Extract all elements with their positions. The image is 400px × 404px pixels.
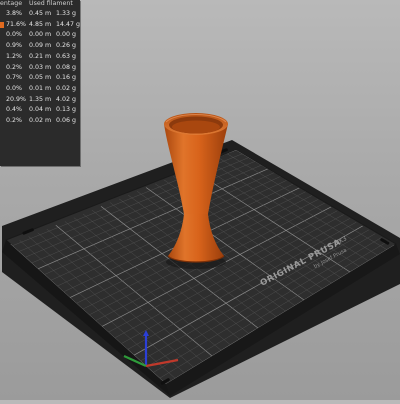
row-length: 0.02 m — [29, 117, 52, 124]
row-length: 0.21 m — [29, 52, 52, 60]
row-percentage: 3.8% — [6, 10, 22, 17]
row-percentage: 71.6% — [6, 20, 27, 28]
row-weight: 14.47 g — [56, 20, 80, 28]
row-length: 0.05 m — [29, 74, 52, 82]
color-swatch — [0, 21, 4, 28]
row-percentage: 0.4% — [6, 106, 22, 114]
row-weight: 0.08 g — [56, 63, 77, 71]
legend-row: 0.2% 0.02 m 0.06 g — [0, 116, 80, 126]
row-length: 0.00 m — [29, 31, 52, 39]
legend-row: 0.0% 0.00 m 0.00 g — [0, 30, 80, 40]
row-length: 0.03 m — [29, 63, 52, 71]
row-weight: 1.33 g — [56, 10, 77, 17]
row-percentage: 0.2% — [6, 117, 22, 124]
row-weight: 0.02 g — [56, 84, 77, 92]
legend-row: 20.9% 1.35 m 4.02 g — [0, 95, 80, 105]
row-weight: 0.06 g — [56, 117, 77, 124]
row-length: 0.01 m — [29, 84, 52, 92]
row-length: 0.04 m — [29, 106, 52, 114]
row-weight: 0.63 g — [56, 52, 77, 60]
legend-row: 0.9% 0.09 m 0.26 g — [0, 41, 80, 51]
legend-row: 3.8% 0.45 m 1.33 g — [0, 9, 80, 19]
row-weight: 0.16 g — [56, 74, 77, 82]
row-percentage: 20.9% — [6, 95, 27, 103]
row-length: 0.09 m — [29, 42, 52, 50]
row-weight: 0.00 g — [56, 31, 77, 39]
legend-row: 71.6% 4.85 m 14.47 g — [0, 20, 80, 30]
header-used-filament: Used filament — [29, 0, 73, 7]
row-percentage: 0.0% — [6, 84, 22, 92]
legend-header: entage Used filament — [0, 0, 80, 9]
legend-row: 0.7% 0.05 m 0.16 g — [0, 73, 80, 83]
row-length: 1.35 m — [29, 95, 52, 103]
legend-row: 1.2% 0.21 m 0.63 g — [0, 52, 80, 62]
row-weight: 0.26 g — [56, 42, 77, 50]
row-length: 4.85 m — [29, 20, 52, 28]
row-weight: 4.02 g — [56, 95, 77, 103]
row-percentage: 0.0% — [6, 31, 22, 39]
legend-row: 0.0% 0.01 m 0.02 g — [0, 84, 80, 94]
row-percentage: 1.2% — [6, 52, 22, 60]
row-percentage: 0.9% — [6, 42, 22, 50]
row-weight: 0.13 g — [56, 106, 77, 114]
legend-row: 0.4% 0.04 m 0.13 g — [0, 105, 80, 115]
header-percentage: entage — [0, 0, 23, 7]
row-percentage: 0.2% — [6, 63, 22, 71]
row-length: 0.45 m — [29, 10, 52, 17]
filament-legend-panel: entage Used filament 3.8% 0.45 m 1.33 g 71.… — [0, 0, 80, 166]
legend-row: 0.2% 0.03 m 0.08 g — [0, 63, 80, 73]
row-percentage: 0.7% — [6, 74, 22, 82]
